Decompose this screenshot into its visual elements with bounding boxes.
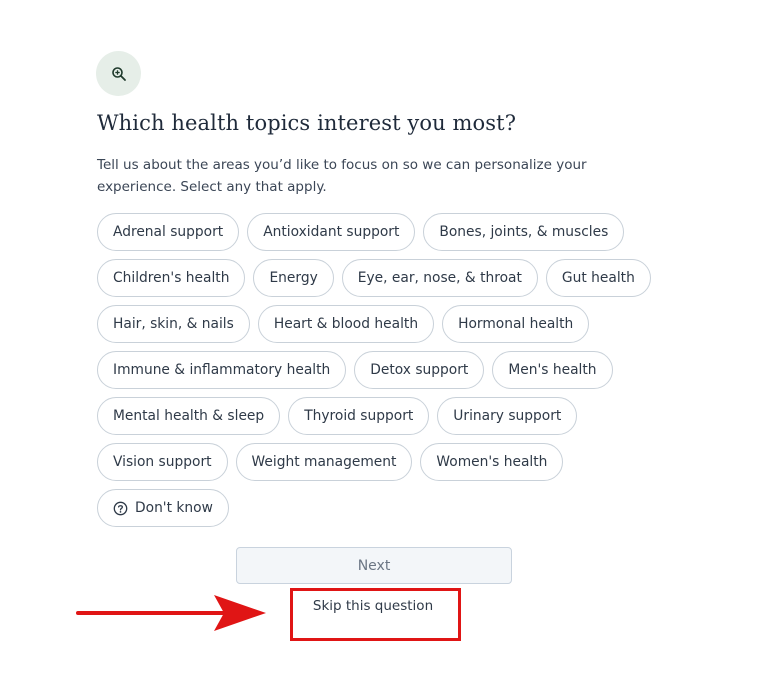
page-subtitle: Tell us about the areas you’d like to fo… [97,157,587,195]
topic-chip-label: Adrenal support [113,224,224,240]
topic-chip-children-s-health[interactable]: Children's health [97,259,246,297]
topic-chip-mental-health-sleep[interactable]: Mental health & sleep [97,397,281,435]
topic-chip-antioxidant-support[interactable]: Antioxidant support [247,213,416,251]
health-topics-page: Which health topics interest you most? T… [0,0,768,681]
topic-chip-label: Antioxidant support [263,224,400,240]
topic-chip-label: Bones, joints, & muscles [439,224,609,240]
topic-chip-energy[interactable]: Energy [253,259,334,297]
topic-chip-immune-inflammatory-health[interactable]: Immune & inflammatory health [97,351,347,389]
topic-chip-women-s-health[interactable]: Women's health [420,443,564,481]
topic-chip-men-s-health[interactable]: Men's health [492,351,613,389]
question-circle-icon [113,501,128,516]
topic-chip-urinary-support[interactable]: Urinary support [437,397,578,435]
topic-chip-label: Heart & blood health [273,316,419,332]
topic-options: Adrenal support Antioxidant support Bones,… [97,213,657,527]
topic-chip-vision-support[interactable]: Vision support [97,443,228,481]
topic-chip-thyroid-support[interactable]: Thyroid support [288,397,430,435]
topic-chip-label: Detox support [370,362,469,378]
topic-chip-bones-joints-muscles[interactable]: Bones, joints, & muscles [423,213,625,251]
topic-chip-label: Thyroid support [304,408,414,424]
topic-chip-label: Weight management [251,454,397,470]
topic-chip-weight-management[interactable]: Weight management [235,443,413,481]
topic-chip-eye-ear-nose-throat[interactable]: Eye, ear, nose, & throat [341,259,538,297]
topic-chip-heart-blood-health[interactable]: Heart & blood health [257,305,435,343]
topic-chip-label: Immune & inflammatory health [113,362,331,378]
topic-chip-label: Women's health [436,454,548,470]
topic-chip-label: Urinary support [453,408,562,424]
topic-chip-detox-support[interactable]: Detox support [354,351,485,389]
topic-chip-label: Mental health & sleep [113,408,265,424]
highlight-box [290,588,461,641]
topic-chip-hormonal-health[interactable]: Hormonal health [442,305,590,343]
topic-chip-gut-health[interactable]: Gut health [545,259,651,297]
topic-chip-label: Hormonal health [458,316,574,332]
topic-chip-label: Energy [269,270,318,286]
next-button[interactable]: Next [236,547,512,584]
topic-chip-label: Don't know [135,500,213,516]
topic-chip-label: Men's health [508,362,597,378]
zoom-in-icon [96,51,141,96]
topic-chip-label: Eye, ear, nose, & throat [357,270,522,286]
topic-chip-label: Gut health [561,270,635,286]
pointer-arrow [76,595,266,631]
topic-chip-don-t-know[interactable]: Don't know [97,489,229,527]
topic-chip-hair-skin-nails[interactable]: Hair, skin, & nails [97,305,250,343]
topic-chip-adrenal-support[interactable]: Adrenal support [97,213,240,251]
topic-chip-label: Hair, skin, & nails [113,316,234,332]
topic-chip-label: Children's health [113,270,230,286]
topic-chip-label: Vision support [113,454,212,470]
page-title: Which health topics interest you most? [97,111,517,135]
